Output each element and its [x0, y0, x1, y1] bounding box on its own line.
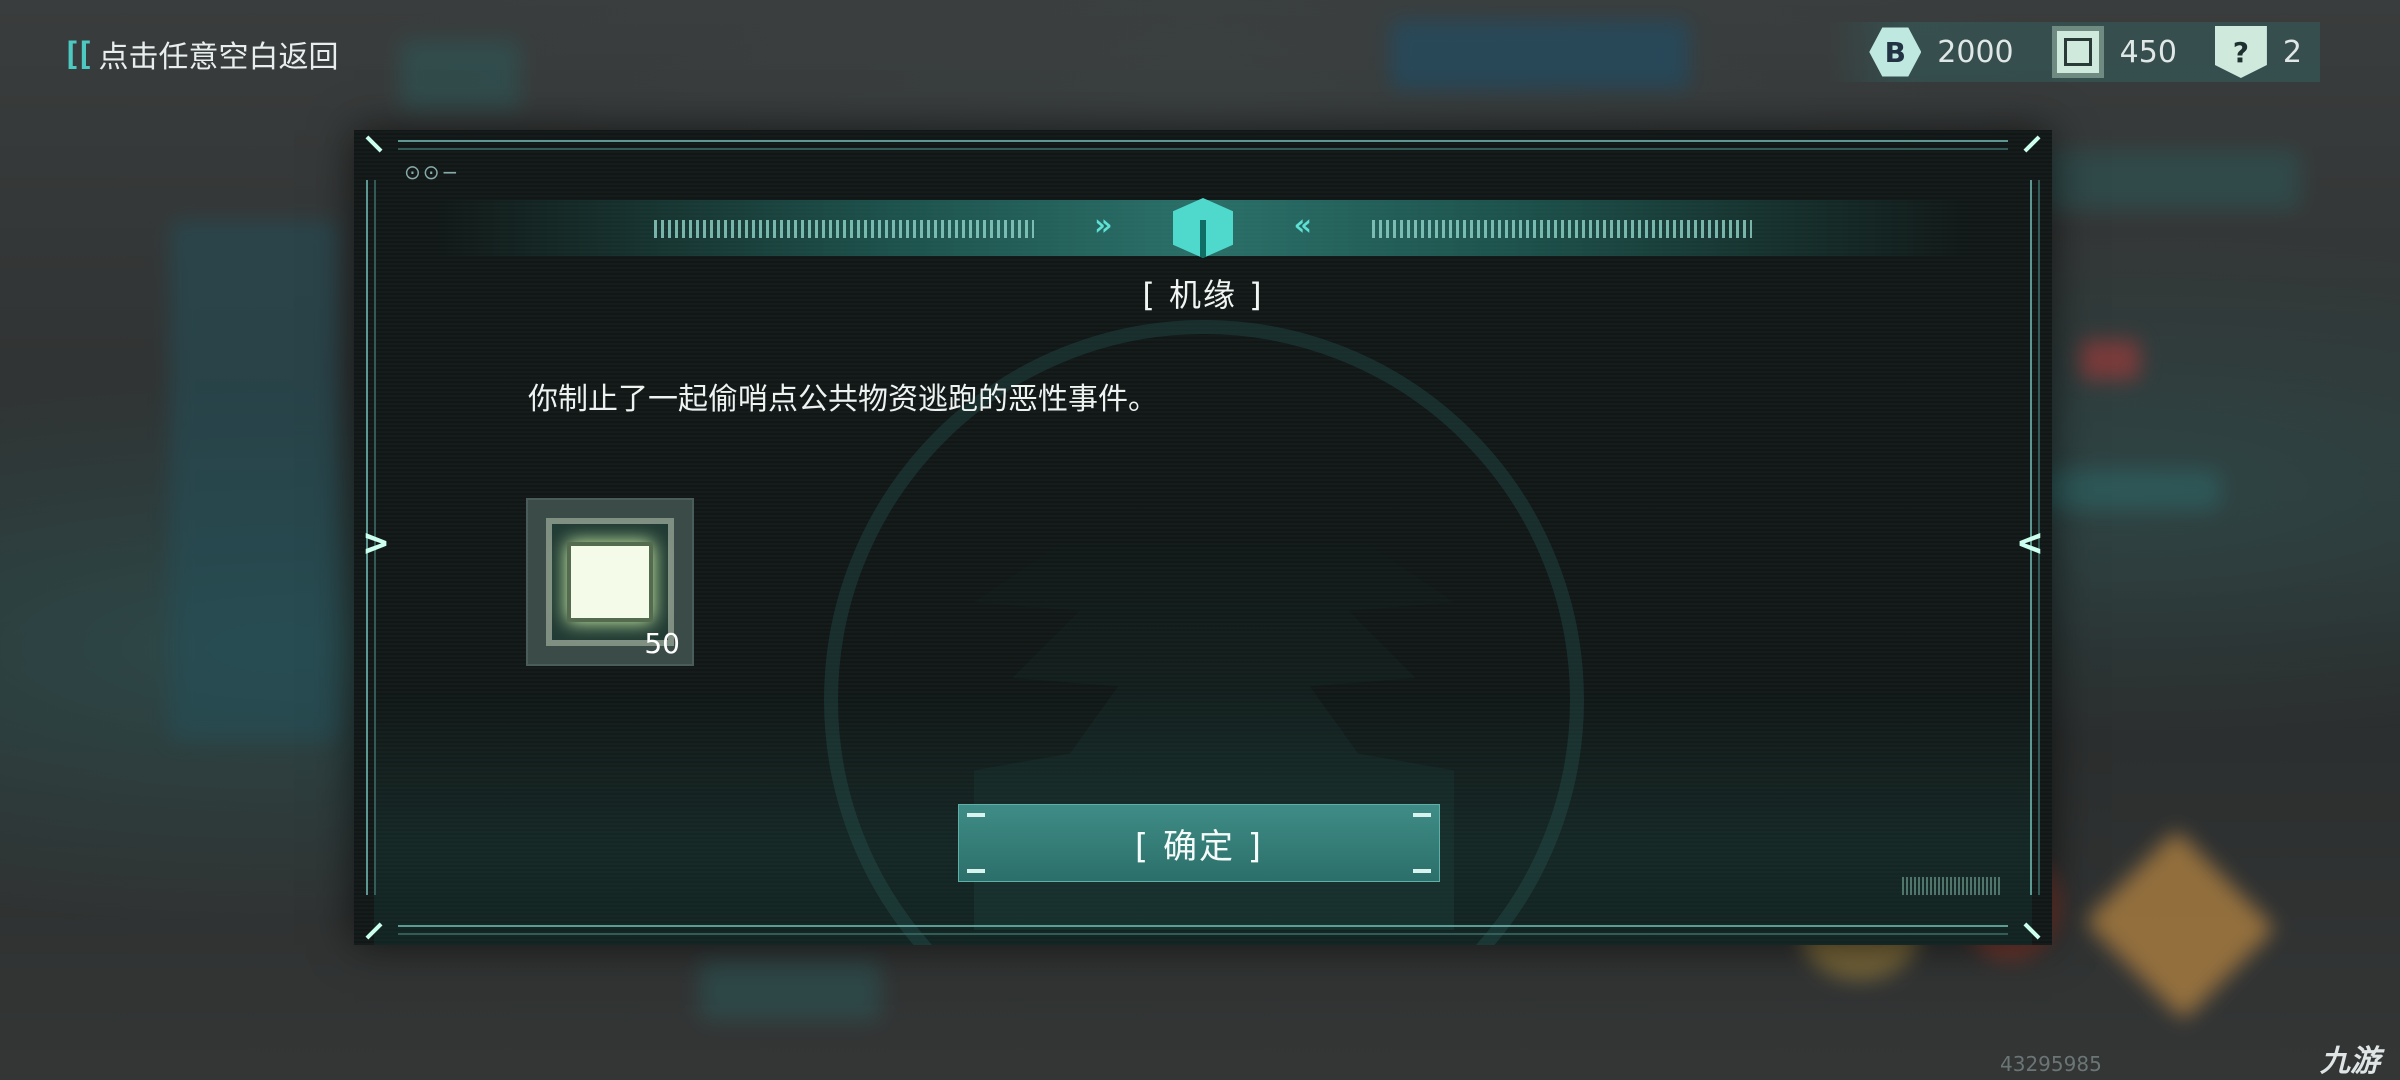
resource-crates[interactable]: 450	[2051, 26, 2177, 78]
dialog-title: [ 机缘 ]	[1142, 276, 1264, 314]
coin-b-icon: B	[1869, 27, 1922, 77]
dots-decor: ⊙⊙−	[404, 160, 461, 184]
back-hint[interactable]: [[ 点击任意空白返回	[62, 34, 339, 75]
bg-shape	[1390, 20, 1690, 90]
button-corner	[1413, 813, 1431, 817]
watermark: 九游	[2320, 1044, 2380, 1079]
stripe-decor	[1372, 220, 1752, 238]
resource-value: 450	[2119, 34, 2177, 70]
bg-shape	[400, 40, 520, 110]
resource-value: 2	[2282, 34, 2302, 70]
resource-value: 2000	[1937, 34, 2014, 70]
frame-line	[398, 925, 2008, 935]
bracket-back-icon: [[	[62, 35, 94, 73]
bg-shape	[2080, 340, 2140, 380]
button-corner	[1413, 869, 1431, 873]
reward-count: 50	[644, 627, 680, 660]
bg-shape	[2040, 150, 2300, 210]
back-hint-label: 点击任意空白返回	[98, 40, 339, 75]
bg-shape	[2084, 829, 2276, 1021]
crate-icon	[567, 542, 653, 622]
chevron-right-icon: >	[364, 520, 389, 566]
corner-mark	[2023, 135, 2041, 153]
event-message: 你制止了一起偷哨点公共物资逃跑的恶性事件。	[528, 382, 1158, 417]
stripe-decor	[654, 220, 1034, 238]
event-dialog: > < ⊙⊙− » « [ 机缘 ] 你制止了一起偷哨点公共物资逃跑的恶性事件。…	[354, 130, 2052, 945]
double-chevron-right-icon: »	[1094, 208, 1113, 243]
confirm-button[interactable]: [ 确定 ]	[958, 804, 1440, 882]
question-card-icon: ?	[2214, 26, 2267, 78]
bg-shape	[170, 220, 340, 740]
crate-icon	[2051, 26, 2104, 78]
box-icon	[1173, 198, 1233, 258]
corner-mark	[365, 135, 383, 153]
resource-bar: B 2000 450 ? 2	[1829, 22, 2320, 82]
dialog-header-band: » «	[434, 198, 1972, 258]
bg-shape	[2040, 470, 2220, 510]
resource-cards[interactable]: ? 2	[2214, 26, 2302, 78]
resource-coins[interactable]: B 2000	[1869, 26, 2014, 78]
button-corner	[967, 813, 985, 817]
button-corner	[967, 869, 985, 873]
barcode-decor	[1902, 877, 2002, 895]
chevron-left-icon: <	[2017, 520, 2042, 566]
double-chevron-left-icon: «	[1293, 208, 1312, 243]
footer-id: 43295985	[2000, 1052, 2102, 1076]
reward-item[interactable]: 50	[526, 498, 694, 666]
bg-shape	[700, 960, 880, 1020]
frame-line	[398, 140, 2008, 150]
confirm-label: [ 确定 ]	[1134, 826, 1264, 867]
